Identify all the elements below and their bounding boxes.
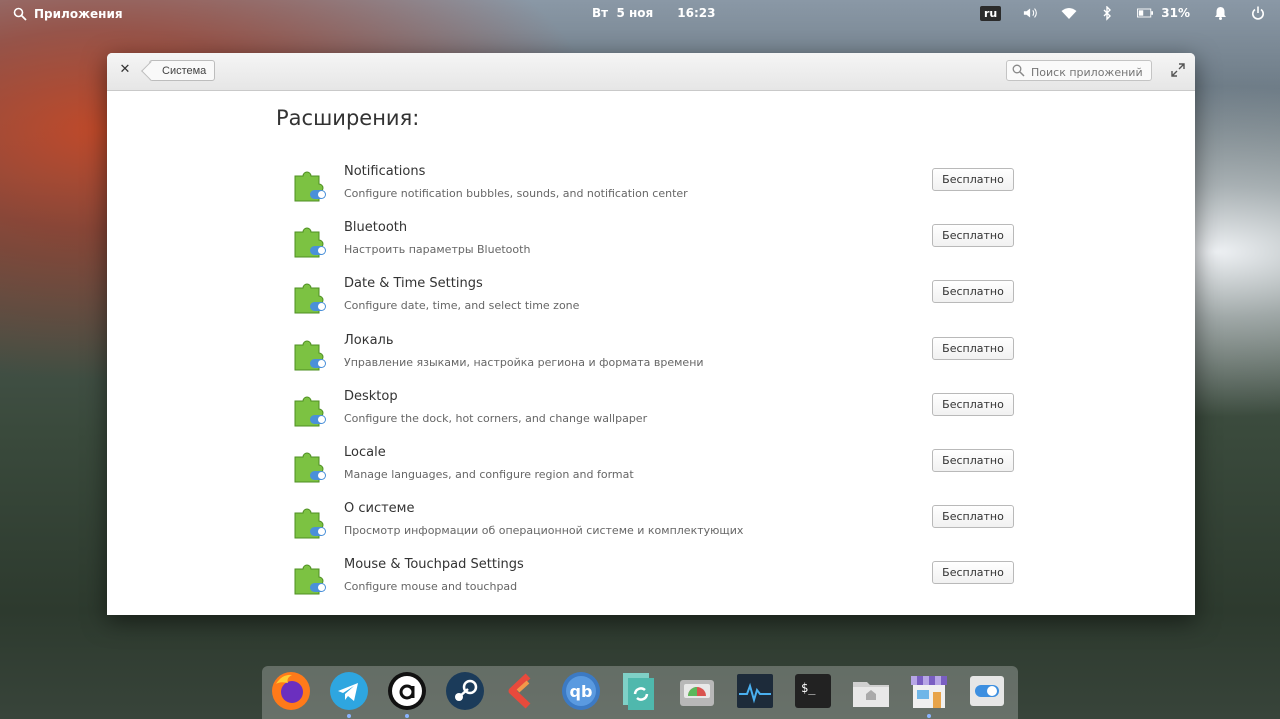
anydesk-icon[interactable] (386, 670, 428, 712)
wifi-icon[interactable] (1061, 5, 1077, 21)
item-description: Настроить параметры Bluetooth (344, 243, 531, 257)
list-item[interactable]: О системе Просмотр информации об операци… (293, 491, 1016, 547)
appcenter-window: ✕ Система Расширения: Notifications Conf… (107, 53, 1195, 615)
list-item[interactable]: Desktop Configure the dock, hot corners,… (293, 379, 1016, 435)
puzzle-extension-icon (294, 508, 326, 539)
steam-icon[interactable] (444, 670, 486, 712)
item-description: Configure notification bubbles, sounds, … (344, 187, 688, 200)
search-input[interactable] (1029, 62, 1151, 83)
svg-text:$_: $_ (801, 681, 816, 695)
search-icon (12, 6, 28, 22)
power-icon[interactable] (1250, 5, 1266, 21)
svg-text:qb: qb (570, 682, 593, 701)
free-button[interactable]: Бесплатно (932, 336, 1014, 360)
appcenter-icon[interactable] (908, 670, 950, 712)
battery-indicator[interactable]: 31% (1137, 5, 1190, 21)
item-name: Locale (344, 444, 386, 460)
files-icon[interactable] (850, 670, 892, 712)
system-monitor-icon[interactable] (734, 670, 776, 712)
search-field[interactable] (1006, 60, 1152, 83)
puzzle-extension-icon (294, 227, 326, 258)
item-description: Управление языками, настройка региона и … (344, 355, 704, 369)
free-button[interactable]: Бесплатно (932, 392, 1014, 416)
section-title: Расширения: (276, 106, 420, 130)
list-item[interactable]: Locale Manage languages, and configure r… (293, 435, 1016, 491)
item-description: Configure mouse and touchpad (344, 580, 518, 594)
settings-icon[interactable] (966, 670, 1008, 712)
keyboard-layout-indicator[interactable]: ru (980, 5, 1002, 21)
qbittorrent-icon[interactable]: qb (560, 670, 602, 712)
top-panel: Приложения Вт 5 ноя 16:23 ru 31% (0, 0, 1280, 28)
clock-day: Вт (592, 6, 609, 20)
datetime-indicator[interactable]: Вт 5 ноя 16:23 (592, 6, 715, 20)
free-button[interactable]: Бесплатно (932, 505, 1014, 529)
running-indicator (347, 714, 351, 718)
search-icon (1012, 64, 1025, 77)
puzzle-extension-icon (294, 340, 326, 371)
list-item[interactable]: Bluetooth Настроить параметры Bluetooth … (293, 210, 1016, 266)
clock-time: 16:23 (677, 6, 716, 20)
extensions-list: Notifications Configure notification bub… (293, 154, 1016, 604)
puzzle-extension-icon (294, 396, 326, 427)
item-name: Desktop (344, 388, 398, 404)
item-name: Mouse & Touchpad Settings (344, 557, 524, 573)
firefox-icon[interactable] (270, 670, 312, 712)
running-indicator (405, 714, 409, 718)
notifications-bell-icon[interactable] (1212, 5, 1228, 21)
kodi-icon[interactable] (502, 670, 544, 712)
applications-label: Приложения (34, 7, 123, 21)
item-name: Notifications (344, 164, 426, 179)
puzzle-extension-icon (294, 564, 326, 595)
close-icon[interactable]: ✕ (117, 62, 133, 78)
free-button[interactable]: Бесплатно (932, 561, 1014, 585)
item-name: Date & Time Settings (344, 276, 483, 292)
disk-usage-icon[interactable] (676, 670, 718, 712)
puzzle-extension-icon (294, 171, 326, 202)
free-button[interactable]: Бесплатно (932, 280, 1014, 304)
applications-menu[interactable]: Приложения (12, 6, 123, 22)
volume-icon[interactable] (1023, 5, 1039, 21)
battery-percent: 31% (1161, 6, 1190, 20)
content-area: Расширения: Notifications Configure noti… (107, 91, 1195, 615)
clock-date: 5 ноя (616, 6, 654, 20)
running-indicator (927, 714, 931, 718)
battery-icon (1137, 5, 1154, 21)
free-button[interactable]: Бесплатно (932, 224, 1014, 248)
list-item[interactable]: Mouse & Touchpad Settings Configure mous… (293, 547, 1016, 603)
free-button[interactable]: Бесплатно (932, 448, 1014, 472)
back-button[interactable]: Система (149, 60, 216, 81)
item-name: Локаль (344, 332, 394, 348)
item-description: Просмотр информации об операционной сист… (344, 524, 744, 538)
item-description: Configure the dock, hot corners, and cha… (344, 411, 648, 425)
list-item[interactable]: Date & Time Settings Configure date, tim… (293, 266, 1016, 322)
telegram-icon[interactable] (328, 670, 370, 712)
item-name: О системе (344, 501, 415, 517)
item-description: Manage languages, and configure region a… (344, 467, 634, 481)
item-description: Configure date, time, and select time zo… (344, 299, 580, 313)
headerbar: ✕ Система (107, 53, 1195, 91)
item-name: Bluetooth (344, 220, 408, 236)
puzzle-extension-icon (294, 452, 326, 483)
system-tray: ru 31% (980, 5, 1266, 21)
sync-icon[interactable] (618, 670, 660, 712)
bluetooth-icon[interactable] (1099, 5, 1115, 21)
puzzle-extension-icon (294, 283, 326, 314)
free-button[interactable]: Бесплатно (932, 168, 1014, 191)
terminal-icon[interactable]: $_ (792, 670, 834, 712)
fullscreen-icon[interactable] (1171, 63, 1185, 77)
list-item[interactable]: Notifications Configure notification bub… (293, 154, 1016, 210)
list-item[interactable]: Локаль Управление языками, настройка рег… (293, 323, 1016, 379)
